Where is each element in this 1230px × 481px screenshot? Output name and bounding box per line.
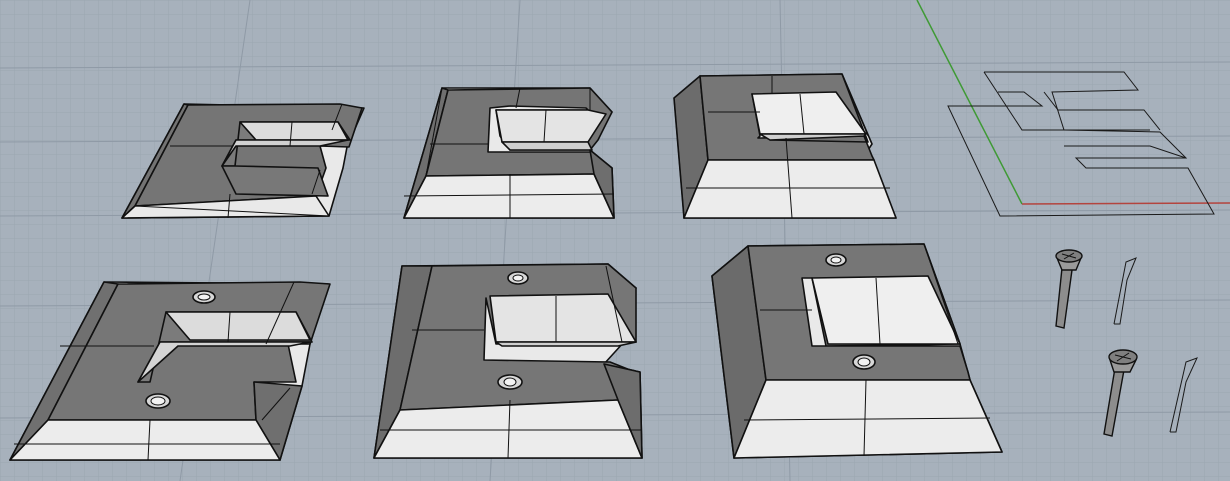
screw-hole xyxy=(830,256,842,264)
scene-canvas[interactable] xyxy=(0,0,1230,481)
screw-hole xyxy=(197,293,211,301)
screw-hole xyxy=(512,274,524,282)
perspective-viewport[interactable] xyxy=(0,0,1230,481)
screw-hole xyxy=(503,377,517,387)
x-axis-line xyxy=(1021,202,1230,205)
c-bracket-raised-bottom-mid[interactable] xyxy=(373,263,643,459)
screw-hole xyxy=(857,357,871,367)
screw-hole xyxy=(150,396,166,406)
c-bracket-raised-top-mid[interactable] xyxy=(403,87,615,219)
